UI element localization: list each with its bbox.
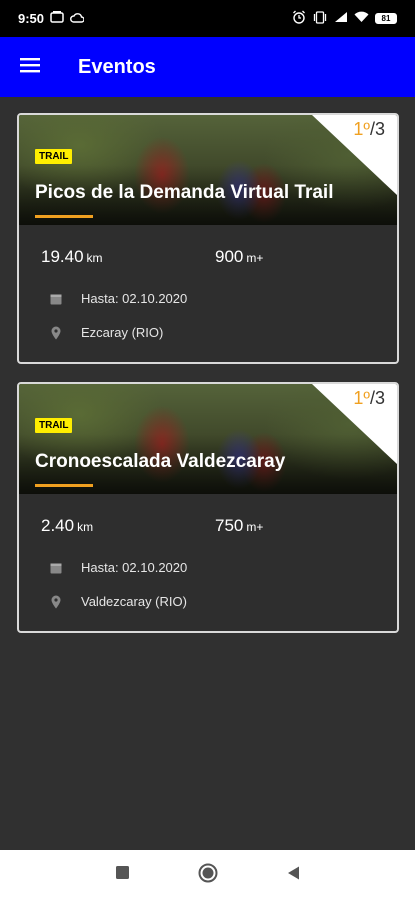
- event-deadline: Hasta: 02.10.2020: [81, 291, 188, 306]
- distance-unit: km: [77, 520, 94, 534]
- event-stats: 2.40 km 750 m+: [19, 494, 397, 554]
- event-type-badge: TRAIL: [35, 149, 73, 164]
- event-card[interactable]: 1º/3 TRAIL Cronoescalada Valdezcaray 2.4…: [17, 382, 399, 633]
- ranking-total: /3: [369, 119, 385, 139]
- status-time: 9:50: [18, 11, 45, 26]
- back-button[interactable]: [268, 850, 318, 900]
- ranking-label: 1º/3: [353, 119, 385, 140]
- event-elevation: 750 m+: [215, 516, 263, 536]
- battery-icon: 81: [375, 13, 397, 24]
- distance-value: 19.40: [41, 247, 84, 266]
- status-bar: 9:50 81: [0, 0, 415, 37]
- calendar-icon: [49, 292, 63, 306]
- event-title: Cronoescalada Valdezcaray: [35, 451, 286, 472]
- recents-square-icon: [115, 866, 129, 884]
- location-pin-icon: [49, 326, 63, 340]
- event-hero-image: 1º/3 TRAIL Picos de la Demanda Virtual T…: [19, 115, 397, 225]
- event-distance: 19.40 km: [41, 247, 103, 267]
- distance-value: 2.40: [41, 516, 75, 535]
- event-location: Ezcaray (RIO): [81, 325, 164, 340]
- event-stats: 19.40 km 900 m+: [19, 225, 397, 285]
- system-nav-bar: [0, 850, 415, 900]
- event-deadline: Hasta: 02.10.2020: [81, 560, 188, 575]
- signal-icon: [334, 11, 348, 26]
- vibrate-icon: [312, 10, 328, 27]
- title-underline: [35, 484, 93, 487]
- ranking-label: 1º/3: [353, 388, 385, 409]
- event-card[interactable]: 1º/3 TRAIL Picos de la Demanda Virtual T…: [17, 113, 399, 364]
- page-title: Eventos: [78, 55, 156, 78]
- event-location: Valdezcaray (RIO): [81, 594, 187, 609]
- elevation-value: 900: [215, 247, 244, 266]
- home-circle-icon: [198, 863, 218, 888]
- alarm-icon: [292, 10, 306, 27]
- app-bar: Eventos: [0, 37, 415, 97]
- event-location-row: Ezcaray (RIO): [49, 325, 163, 340]
- calendar-icon: [49, 561, 63, 575]
- event-type-badge: TRAIL: [35, 418, 73, 433]
- event-title: Picos de la Demanda Virtual Trail: [35, 182, 334, 203]
- ranking-position: 1º: [353, 388, 370, 408]
- event-location-row: Valdezcaray (RIO): [49, 594, 187, 609]
- recents-button[interactable]: [97, 850, 147, 900]
- events-list: 1º/3 TRAIL Picos de la Demanda Virtual T…: [0, 97, 415, 850]
- hamburger-menu-icon: [20, 57, 40, 78]
- wifi-icon: [354, 11, 369, 26]
- back-triangle-icon: [287, 866, 300, 885]
- distance-unit: km: [86, 251, 103, 265]
- elevation-unit: m+: [246, 520, 264, 534]
- location-pin-icon: [49, 595, 63, 609]
- elevation-unit: m+: [246, 251, 264, 265]
- ranking-total: /3: [369, 388, 385, 408]
- ranking-position: 1º: [353, 119, 370, 139]
- status-right: 81: [292, 10, 397, 27]
- cloud-icon: [70, 11, 85, 26]
- event-deadline-row: Hasta: 02.10.2020: [49, 291, 187, 306]
- title-underline: [35, 215, 93, 218]
- elevation-value: 750: [215, 516, 244, 535]
- event-elevation: 900 m+: [215, 247, 263, 267]
- event-deadline-row: Hasta: 02.10.2020: [49, 560, 187, 575]
- home-button[interactable]: [183, 850, 233, 900]
- event-distance: 2.40 km: [41, 516, 93, 536]
- gallery-icon: [50, 11, 64, 26]
- event-hero-image: 1º/3 TRAIL Cronoescalada Valdezcaray: [19, 384, 397, 494]
- menu-button[interactable]: [0, 37, 60, 97]
- status-left: 9:50: [18, 11, 85, 26]
